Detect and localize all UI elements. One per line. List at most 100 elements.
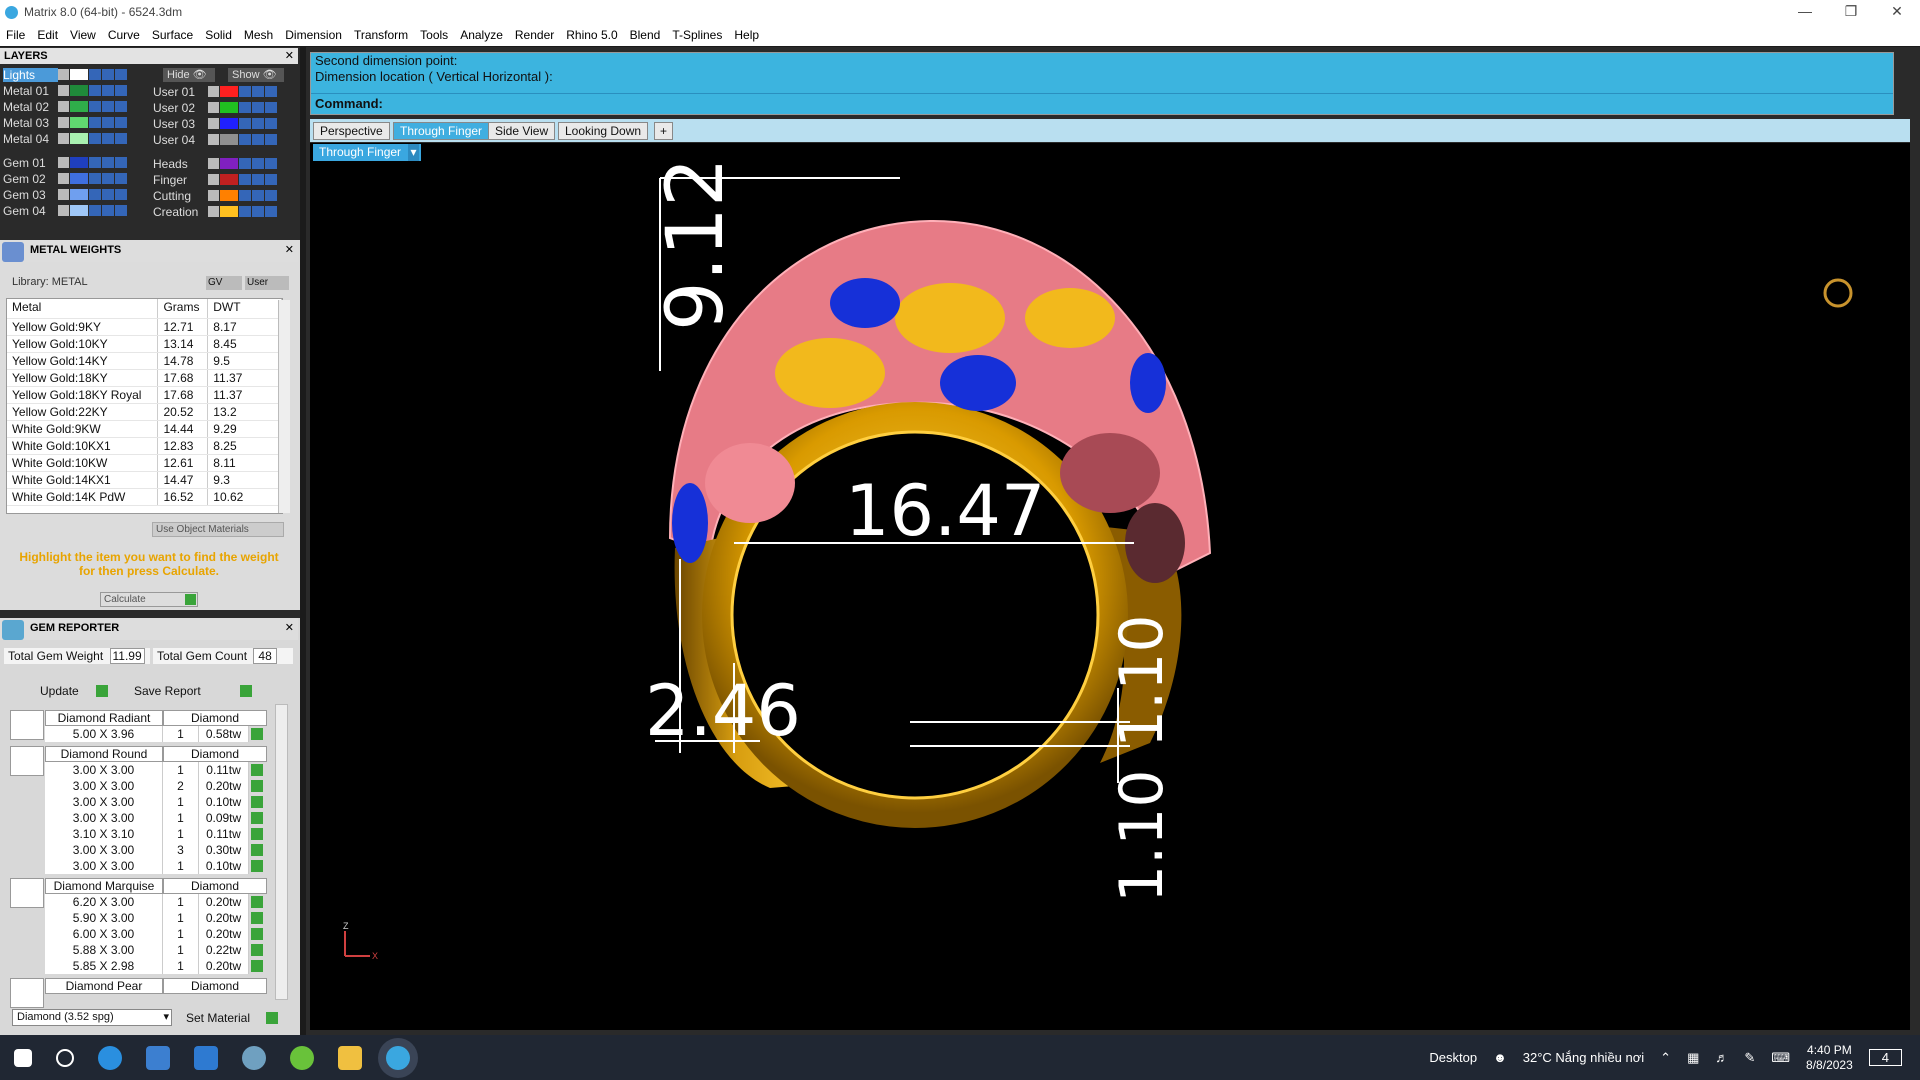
desktop-label[interactable]: Desktop [1429,1050,1477,1065]
lock-icon[interactable] [89,85,101,96]
layer-expand-icon[interactable] [58,133,69,144]
menu-mesh[interactable]: Mesh [244,28,273,42]
layer-expand-icon[interactable] [208,158,219,169]
go-arrow-icon[interactable] [251,796,263,808]
gem-row[interactable]: 3.00 X 3.00 1 0.09tw [45,810,263,826]
layer-info-icon[interactable] [115,85,127,96]
gem-row[interactable]: 5.88 X 3.00 1 0.22tw [45,942,263,958]
go-arrow-icon[interactable] [251,928,263,940]
layer-row[interactable]: Gem 01 [3,155,128,170]
visibility-icon[interactable] [252,158,264,169]
lock-icon[interactable] [89,173,101,184]
gem-group-header[interactable]: Diamond Round Diamond [45,746,267,762]
layer-color-swatch[interactable] [70,189,88,200]
layer-row[interactable]: User 03 [153,116,278,131]
layer-expand-icon[interactable] [58,205,69,216]
col-metal[interactable]: Metal [7,299,159,318]
menu-dimension[interactable]: Dimension [285,28,342,42]
lock-icon[interactable] [239,134,251,145]
viewport[interactable]: 9.12 16.47 2.46 1.10 1.10 Z X [310,143,1910,1030]
ring-icon[interactable] [1823,278,1853,308]
pen-icon[interactable]: ✎ [1744,1050,1755,1066]
layer-expand-icon[interactable] [208,206,219,217]
layer-expand-icon[interactable] [58,173,69,184]
layer-info-icon[interactable] [265,206,277,217]
close-icon[interactable]: ✕ [285,48,294,64]
layer-expand-icon[interactable] [58,69,69,80]
layer-info-icon[interactable] [115,205,127,216]
layer-info-icon[interactable] [115,173,127,184]
layer-info-icon[interactable] [115,117,127,128]
layer-info-icon[interactable] [265,190,277,201]
lock-icon[interactable] [239,102,251,113]
folder-icon[interactable] [338,1045,362,1070]
menu-help[interactable]: Help [734,28,759,42]
visibility-icon[interactable] [252,86,264,97]
layer-expand-icon[interactable] [208,118,219,129]
close-icon[interactable]: ✕ [285,618,294,638]
gem-row[interactable]: 5.85 X 2.98 1 0.20tw [45,958,263,974]
layer-row[interactable]: Finger [153,172,278,187]
layer-color-swatch[interactable] [220,206,238,217]
close-icon[interactable]: ✕ [1874,0,1920,24]
layer-info-icon[interactable] [265,118,277,129]
layer-expand-icon[interactable] [58,85,69,96]
layer-row[interactable]: Metal 02 [3,99,128,114]
go-arrow-icon[interactable] [251,728,263,740]
layer-expand-icon[interactable] [208,102,219,113]
tab-through-finger[interactable]: Through Finger [393,122,490,140]
visibility-icon[interactable] [102,85,114,96]
table-row[interactable]: White Gold:9KW 14.44 9.29 [7,421,282,438]
menu-tsplines[interactable]: T-Splines [672,28,722,42]
go-arrow-icon[interactable] [251,812,263,824]
visibility-icon[interactable] [102,101,114,112]
layer-info-icon[interactable] [115,157,127,168]
layer-info-icon[interactable] [265,86,277,97]
table-row[interactable]: Yellow Gold:10KY 13.14 8.45 [7,336,282,353]
visibility-icon[interactable] [252,206,264,217]
table-row[interactable]: Yellow Gold:9KY 12.71 8.17 [7,319,282,336]
layer-expand-icon[interactable] [58,157,69,168]
gem-row[interactable]: 3.10 X 3.10 1 0.11tw [45,826,263,842]
clock[interactable]: 4:40 PM 8/8/2023 [1806,1043,1853,1073]
lock-icon[interactable] [89,133,101,144]
windows-start-icon[interactable] [14,1048,32,1067]
layer-color-swatch[interactable] [70,69,88,80]
tab-perspective[interactable]: Perspective [313,122,390,140]
lock-icon[interactable] [89,69,101,80]
tab-side-view[interactable]: Side View [488,122,556,140]
visibility-icon[interactable] [102,189,114,200]
lock-icon[interactable] [89,205,101,216]
layer-expand-icon[interactable] [58,117,69,128]
layer-row[interactable]: Cutting [153,188,278,203]
network-icon[interactable]: ▦ [1687,1050,1699,1066]
layer-expand-icon[interactable] [58,189,69,200]
tab-looking-down[interactable]: Looking Down [558,122,649,140]
layer-row[interactable]: Metal 01 [3,83,128,98]
layer-color-swatch[interactable] [220,174,238,185]
lock-icon[interactable] [89,117,101,128]
table-row[interactable]: Yellow Gold:14KY 14.78 9.5 [7,353,282,370]
layer-row[interactable]: Gem 02 [3,171,128,186]
lock-icon[interactable] [89,101,101,112]
app-green-icon[interactable] [290,1045,314,1070]
lock-icon[interactable] [89,157,101,168]
layer-color-swatch[interactable] [70,117,88,128]
gem-group-header[interactable]: Diamond Pear Diamond [45,978,267,994]
gem-row[interactable]: 3.00 X 3.00 2 0.20tw [45,778,263,794]
go-arrow-icon[interactable] [251,912,263,924]
table-row[interactable]: White Gold:10KX1 12.83 8.25 [7,438,282,455]
visibility-icon[interactable] [252,102,264,113]
gv-toggle[interactable]: GV [206,276,242,290]
visibility-icon[interactable] [252,190,264,201]
command-prompt[interactable]: Command: [311,93,1893,114]
visibility-icon[interactable] [102,117,114,128]
visibility-icon[interactable] [102,157,114,168]
mail-icon[interactable] [194,1045,218,1070]
layer-row[interactable]: User 04 [153,132,278,147]
lock-icon[interactable] [239,206,251,217]
use-object-materials-button[interactable]: Use Object Materials [152,522,284,537]
menu-blend[interactable]: Blend [630,28,661,42]
gem-row[interactable]: 5.90 X 3.00 1 0.20tw [45,910,263,926]
volume-icon[interactable]: ♬ [1715,1050,1728,1065]
